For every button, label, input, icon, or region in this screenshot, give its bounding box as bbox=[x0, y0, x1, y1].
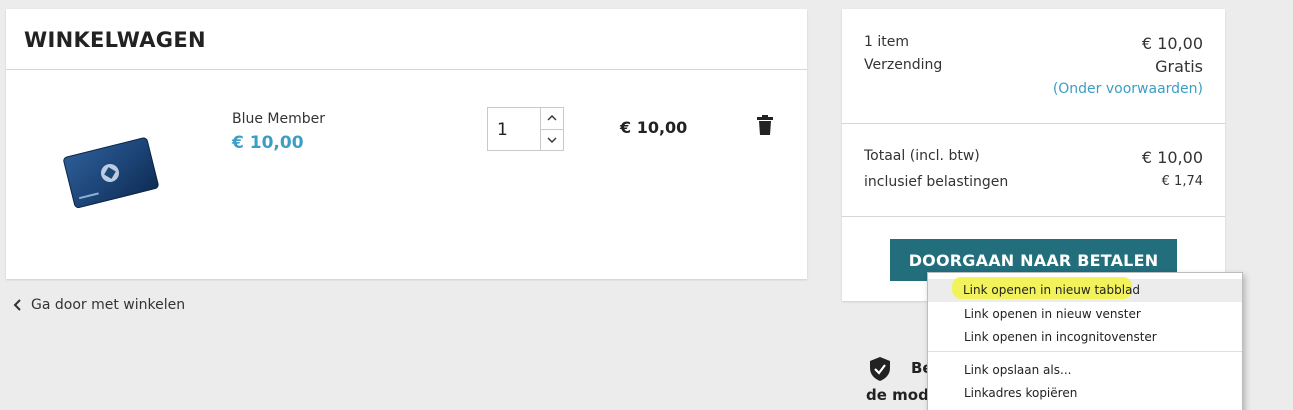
summary-tax-label: inclusief belastingen bbox=[864, 174, 1009, 190]
line-total: € 10,00 bbox=[620, 118, 688, 137]
summary-items-label: 1 item bbox=[864, 34, 909, 50]
reassurance-text: de mod bbox=[866, 386, 929, 404]
summary-items-value: € 10,00 bbox=[1141, 34, 1203, 53]
summary-shipping-value: Gratis bbox=[1155, 57, 1203, 76]
context-menu-label: Link opslaan als... bbox=[964, 363, 1072, 377]
product-card-image bbox=[63, 137, 159, 209]
quantity-decrease-button[interactable] bbox=[541, 128, 563, 151]
chevron-up-icon bbox=[547, 115, 557, 121]
continue-shopping-label: Ga door met winkelen bbox=[31, 297, 186, 313]
summary-shipping-label: Verzending bbox=[864, 57, 943, 73]
summary-divider bbox=[842, 216, 1225, 217]
product-name[interactable]: Blue Member bbox=[232, 111, 325, 127]
summary-items-row: 1 item € 10,00 bbox=[864, 34, 1203, 53]
context-menu-item-save-link[interactable]: Link opslaan als... bbox=[928, 358, 1242, 381]
context-menu-label: Link openen in nieuw venster bbox=[964, 307, 1141, 321]
quantity-input[interactable]: 1 bbox=[488, 108, 540, 150]
summary-tax-value: € 1,74 bbox=[1161, 174, 1203, 189]
quantity-stepper[interactable]: 1 bbox=[487, 107, 564, 151]
product-price: € 10,00 bbox=[232, 133, 304, 153]
context-menu-item-open-incognito[interactable]: Link openen in incognitovenster bbox=[928, 325, 1242, 348]
context-menu-item-copy-link[interactable]: Linkadres kopiëren bbox=[928, 381, 1242, 404]
context-menu-separator bbox=[928, 351, 1242, 352]
shield-check-icon bbox=[870, 357, 890, 381]
chevron-left-icon bbox=[13, 299, 21, 311]
cart-title: WINKELWAGEN bbox=[6, 9, 807, 70]
summary-divider bbox=[842, 123, 1225, 124]
trash-icon[interactable] bbox=[757, 115, 773, 135]
chevron-down-icon bbox=[547, 137, 557, 143]
cart-panel: WINKELWAGEN Blue Member € 10,00 1 € 10,0… bbox=[6, 9, 807, 279]
summary-panel: 1 item € 10,00 Verzending Gratis (Onder … bbox=[842, 9, 1225, 301]
summary-total-row: Totaal (incl. btw) € 10,00 bbox=[864, 148, 1203, 167]
summary-total-label: Totaal (incl. btw) bbox=[864, 148, 980, 164]
context-menu-item-open-new-window[interactable]: Link openen in nieuw venster bbox=[928, 302, 1242, 325]
summary-shipping-row: Verzending Gratis bbox=[864, 57, 1203, 76]
context-menu-label: Linkadres kopiëren bbox=[964, 386, 1078, 400]
continue-shopping-link[interactable]: Ga door met winkelen bbox=[13, 297, 185, 313]
terms-link[interactable]: (Onder voorwaarden) bbox=[1053, 81, 1203, 97]
quantity-buttons bbox=[540, 108, 563, 150]
summary-tax-row: inclusief belastingen € 1,74 bbox=[864, 174, 1203, 190]
context-menu-label: Link openen in incognitovenster bbox=[964, 330, 1157, 344]
context-menu-label-highlighted: Link openen in nieuw tabblad bbox=[963, 283, 1141, 297]
summary-total-value: € 10,00 bbox=[1141, 148, 1203, 167]
quantity-increase-button[interactable] bbox=[541, 108, 563, 129]
